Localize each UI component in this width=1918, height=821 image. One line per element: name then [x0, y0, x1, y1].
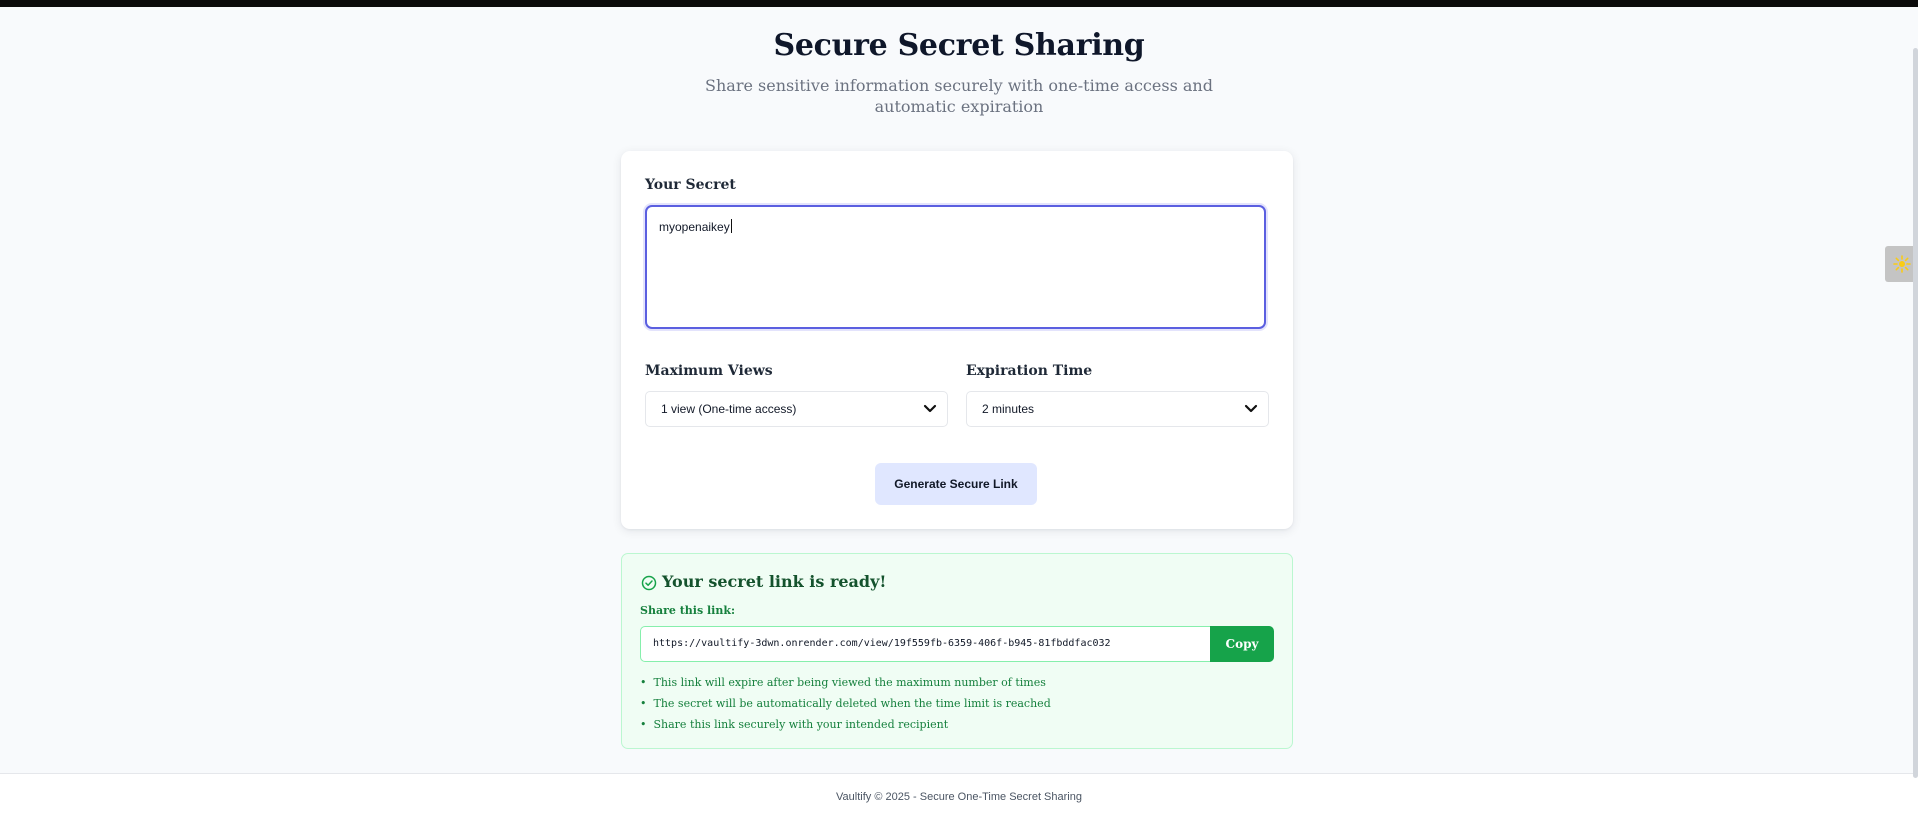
page-subtitle: Share sensitive information securely wit…	[705, 76, 1213, 116]
scrollbar-thumb[interactable]	[1913, 48, 1918, 778]
max-views-select[interactable]: 1 view (One-time access)	[645, 391, 948, 427]
result-notes: This link will expire after being viewed…	[640, 672, 1051, 735]
list-item: This link will expire after being viewed…	[640, 672, 1051, 693]
list-item: Share this link securely with your inten…	[640, 714, 1051, 735]
page-footer: Vaultify © 2025 - Secure One-Time Secret…	[0, 773, 1918, 821]
page-title: Secure Secret Sharing	[773, 28, 1145, 63]
expiration-value: 2 minutes	[982, 402, 1035, 416]
chevron-down-icon	[923, 404, 937, 413]
list-item: The secret will be automatically deleted…	[640, 693, 1051, 714]
check-circle-icon	[641, 575, 657, 591]
text-caret	[730, 219, 732, 233]
generate-link-button[interactable]: Generate Secure Link	[875, 463, 1037, 505]
expiration-label: Expiration Time	[966, 363, 1093, 379]
result-title: Your secret link is ready!	[662, 572, 887, 591]
secret-textarea[interactable]: myopenaikey	[645, 205, 1266, 329]
share-link-input[interactable]: https://vaultify-3dwn.onrender.com/view/…	[640, 626, 1210, 662]
copy-button[interactable]: Copy	[1210, 626, 1274, 662]
result-panel: Your secret link is ready! Share this li…	[621, 553, 1293, 749]
secret-form-card: Your Secret myopenaikey Maximum Views 1 …	[621, 151, 1293, 529]
share-link-label: Share this link:	[640, 604, 736, 617]
browser-top-bar	[0, 0, 1918, 7]
extension-sun-icon	[1893, 255, 1911, 273]
expiration-select[interactable]: 2 minutes	[966, 391, 1269, 427]
chevron-down-icon	[1244, 404, 1258, 413]
max-views-label: Maximum Views	[645, 363, 773, 379]
secret-value: myopenaikey	[659, 220, 730, 234]
page-header: Secure Secret Sharing Share sensitive in…	[0, 28, 1918, 117]
secret-label: Your Secret	[645, 177, 736, 193]
max-views-value: 1 view (One-time access)	[661, 402, 797, 416]
